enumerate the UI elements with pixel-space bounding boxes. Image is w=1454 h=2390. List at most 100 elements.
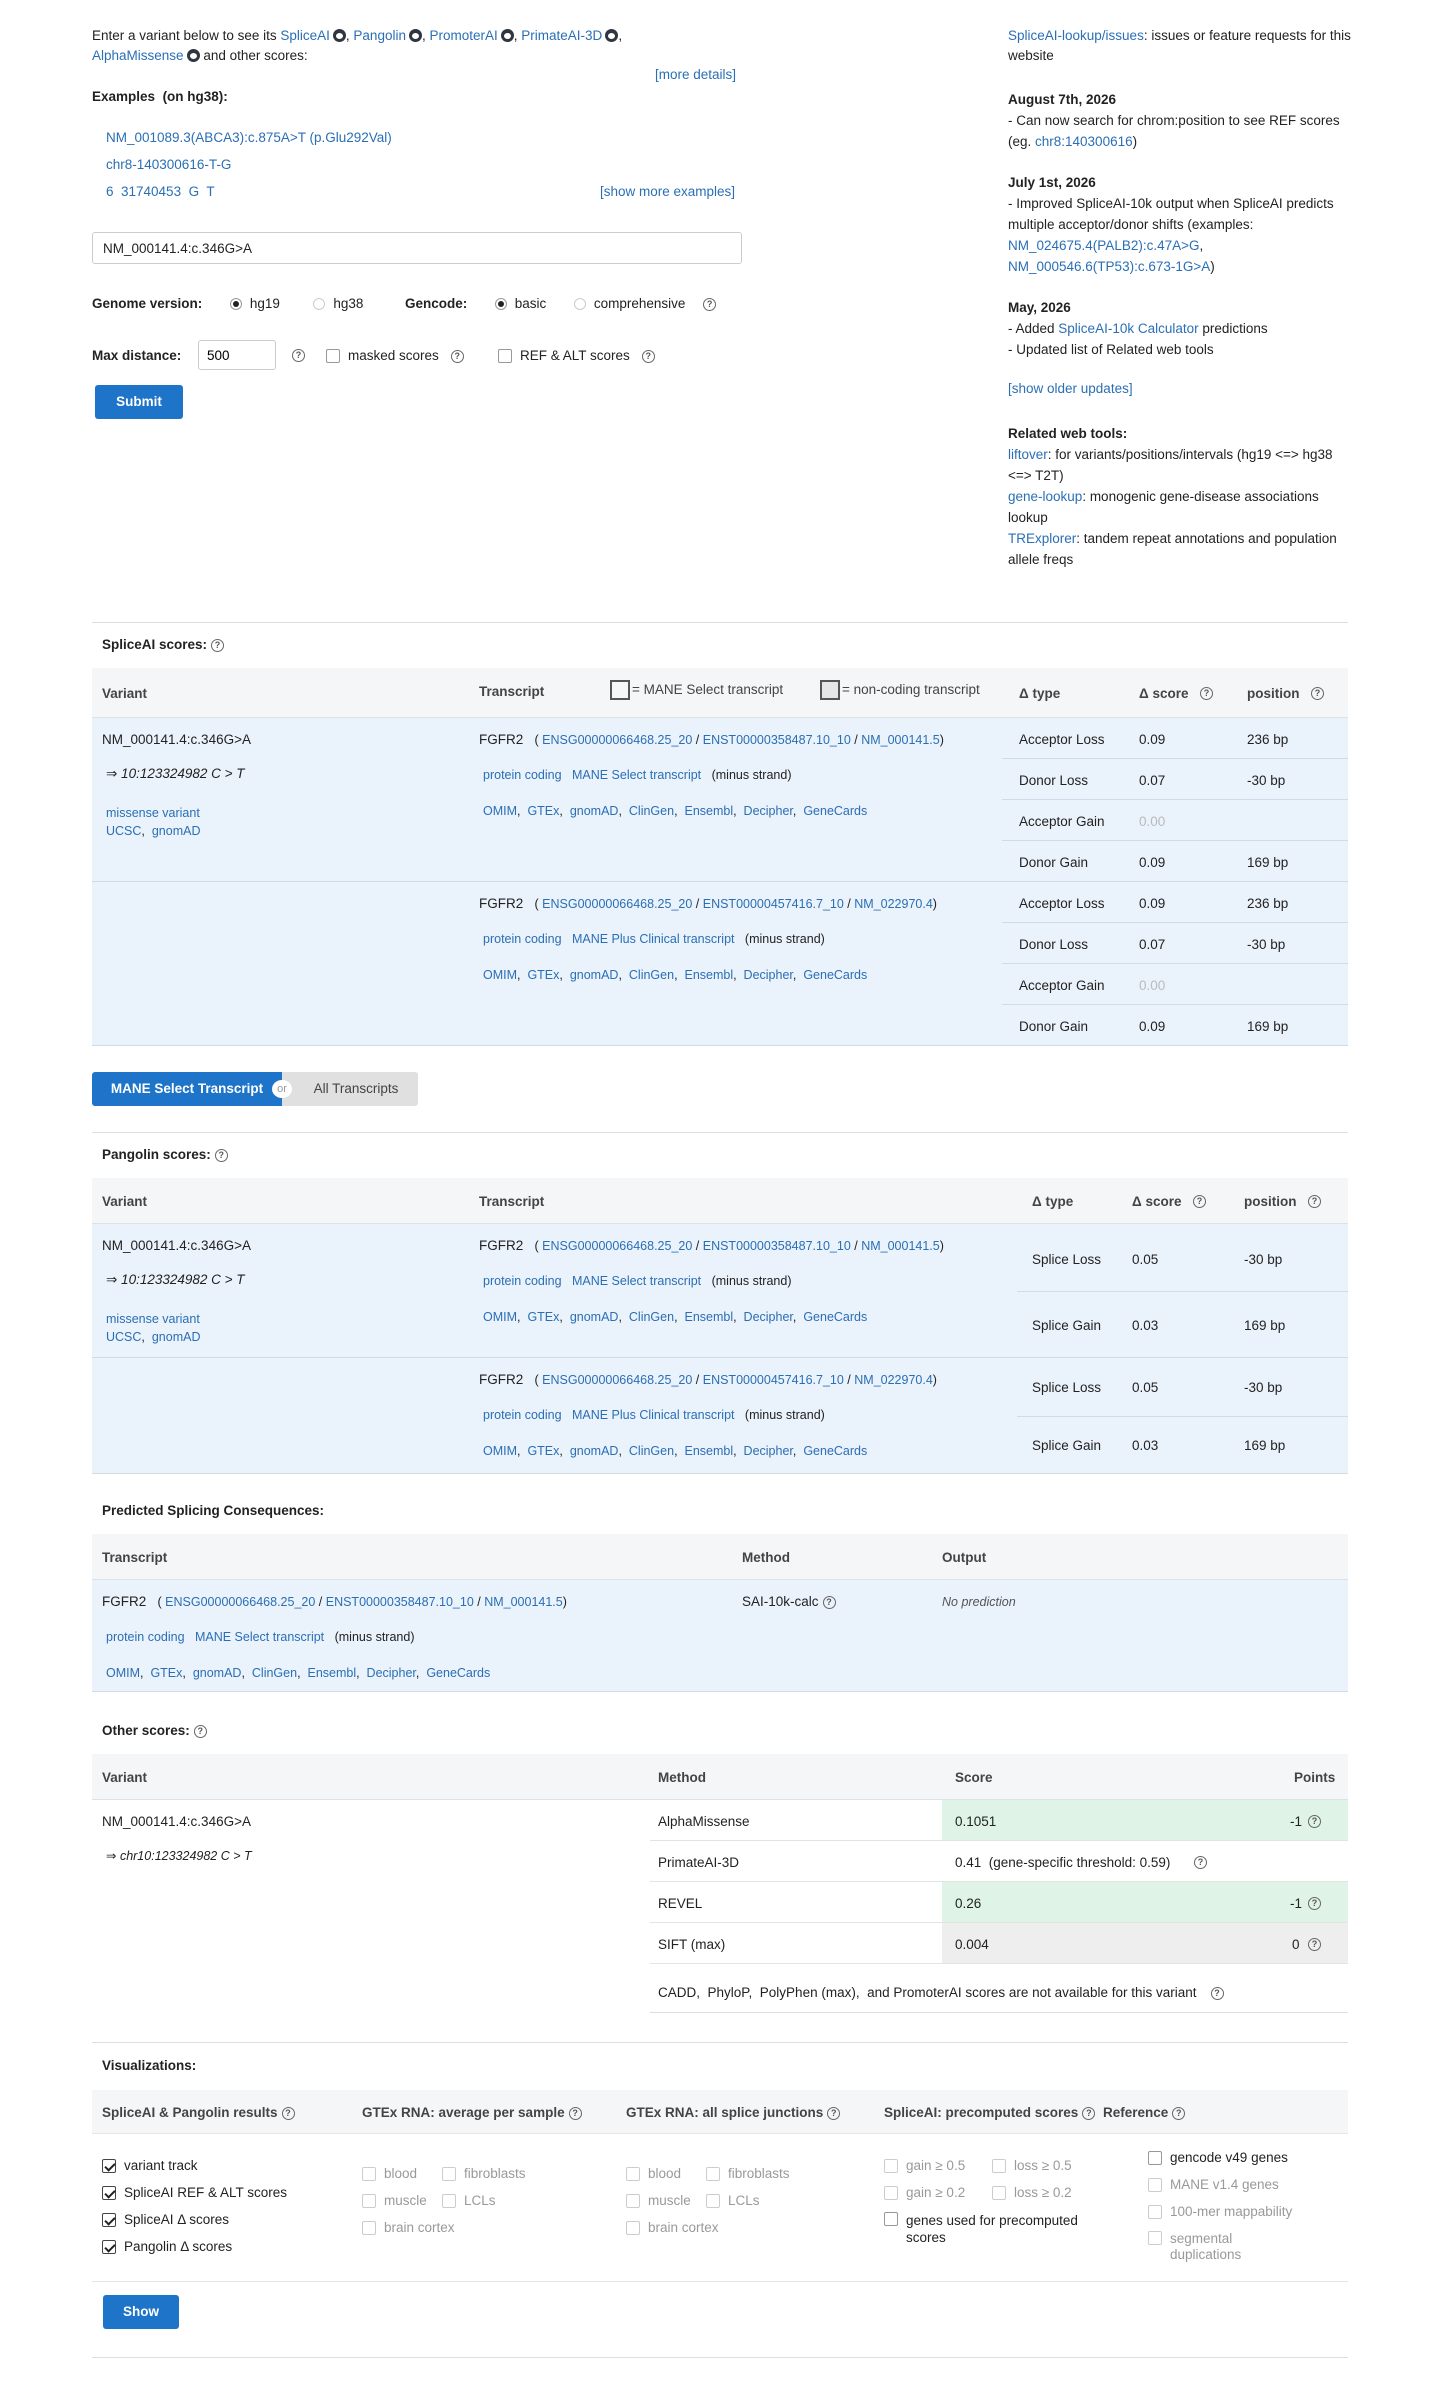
gtex-link[interactable]: GTEx <box>150 1666 182 1680</box>
decipher-link[interactable]: Decipher <box>744 968 793 982</box>
enst-link[interactable]: ENST00000457416.7_10 <box>703 897 844 911</box>
issues-link[interactable]: SpliceAI-lookup/issues <box>1008 28 1144 43</box>
show-more-examples-link[interactable]: [show more examples] <box>600 184 735 199</box>
enst-link[interactable]: ENST00000358487.10_10 <box>326 1595 474 1609</box>
biotype-link[interactable]: protein coding <box>483 768 562 782</box>
help-icon[interactable]: ? <box>703 298 717 311</box>
all-transcripts-toggle-button[interactable]: All Transcripts <box>282 1072 418 1106</box>
help-icon[interactable]: ? <box>1210 1987 1224 2000</box>
update-link[interactable]: NM_024675.4(PALB2):c.47A>G <box>1008 238 1200 253</box>
gnomad-link[interactable]: gnomAD <box>570 968 619 982</box>
omim-link[interactable]: OMIM <box>483 804 517 818</box>
gtex-link[interactable]: GTEx <box>527 1310 559 1324</box>
decipher-link[interactable]: Decipher <box>744 804 793 818</box>
variant-track-checkbox[interactable] <box>102 2159 116 2173</box>
precomputed-genes-checkbox[interactable] <box>884 2212 898 2226</box>
muscle-checkbox[interactable] <box>626 2194 640 2208</box>
clingen-link[interactable]: ClinGen <box>629 804 674 818</box>
github-icon[interactable] <box>332 29 346 42</box>
biotype-link[interactable]: protein coding <box>483 932 562 946</box>
lcls-checkbox[interactable] <box>706 2194 720 2208</box>
genecards-link[interactable]: GeneCards <box>803 968 867 982</box>
help-icon[interactable]: ? <box>1311 687 1324 700</box>
help-icon[interactable]: ? <box>211 639 225 652</box>
variant-search-input[interactable] <box>92 232 742 264</box>
max-distance-input[interactable] <box>198 340 276 370</box>
ensembl-link[interactable]: Ensembl <box>684 804 733 818</box>
example-3[interactable]: 6 31740453 G T <box>106 184 215 199</box>
fibroblasts-checkbox[interactable] <box>706 2167 720 2181</box>
enst-link[interactable]: ENST00000358487.10_10 <box>703 733 851 747</box>
loss-02-checkbox[interactable] <box>992 2186 1006 2200</box>
help-icon[interactable]: ? <box>641 350 655 363</box>
ensg-link[interactable]: ENSG00000066468.25_20 <box>542 1239 692 1253</box>
gain-02-checkbox[interactable] <box>884 2186 898 2200</box>
mane-tag-link[interactable]: MANE Plus Clinical transcript <box>572 1408 735 1422</box>
masked-scores-checkbox[interactable] <box>326 349 340 363</box>
segdup-checkbox[interactable] <box>1148 2231 1162 2245</box>
github-icon[interactable] <box>408 29 422 42</box>
promoterai-link[interactable]: PromoterAI <box>429 28 497 43</box>
mappability-checkbox[interactable] <box>1148 2205 1162 2219</box>
enst-link[interactable]: ENST00000358487.10_10 <box>703 1239 851 1253</box>
brain-cortex-checkbox[interactable] <box>626 2221 640 2235</box>
blood-checkbox[interactable] <box>362 2167 376 2181</box>
alphamissense-link[interactable]: AlphaMissense <box>92 48 184 63</box>
fibroblasts-checkbox[interactable] <box>442 2167 456 2181</box>
decipher-link[interactable]: Decipher <box>367 1666 416 1680</box>
refseq-link[interactable]: NM_000141.5 <box>861 733 940 747</box>
comprehensive-radio[interactable] <box>573 298 586 310</box>
more-details-link[interactable]: [more details] <box>655 67 736 82</box>
ensembl-link[interactable]: Ensembl <box>684 1310 733 1324</box>
consequence-link[interactable]: missense variant <box>106 1312 200 1326</box>
github-icon[interactable] <box>186 49 200 62</box>
refseq-link[interactable]: NM_000141.5 <box>861 1239 940 1253</box>
mane-tag-link[interactable]: MANE Select transcript <box>572 1274 701 1288</box>
help-icon[interactable]: ? <box>1194 1856 1207 1869</box>
hg19-radio[interactable] <box>229 298 242 310</box>
ref-alt-checkbox[interactable] <box>498 349 512 363</box>
biotype-link[interactable]: protein coding <box>106 1630 185 1644</box>
lcls-checkbox[interactable] <box>442 2194 456 2208</box>
mane-select-toggle-button[interactable]: MANE Select Transcript <box>92 1072 282 1106</box>
help-icon[interactable]: ? <box>193 1725 207 1738</box>
consequence-link[interactable]: missense variant <box>106 806 200 820</box>
help-icon[interactable]: ? <box>568 2107 582 2120</box>
gencode-genes-checkbox[interactable] <box>1148 2151 1162 2165</box>
help-icon[interactable]: ? <box>1308 1938 1321 1951</box>
gtex-link[interactable]: GTEx <box>527 1444 559 1458</box>
basic-radio[interactable] <box>494 298 507 310</box>
gnomad-link[interactable]: gnomAD <box>570 1310 619 1324</box>
refseq-link[interactable]: NM_022970.4 <box>854 897 933 911</box>
refseq-link[interactable]: NM_022970.4 <box>854 1373 933 1387</box>
update-link[interactable]: NM_000546.6(TP53):c.673-1G>A <box>1008 259 1210 274</box>
ensg-link[interactable]: ENSG00000066468.25_20 <box>542 897 692 911</box>
spliceai-link[interactable]: SpliceAI <box>280 28 330 43</box>
omim-link[interactable]: OMIM <box>483 968 517 982</box>
omim-link[interactable]: OMIM <box>106 1666 140 1680</box>
help-icon[interactable]: ? <box>822 1596 836 1609</box>
pangolin-link[interactable]: Pangolin <box>353 28 406 43</box>
mane-tag-link[interactable]: MANE Select transcript <box>195 1630 324 1644</box>
omim-link[interactable]: OMIM <box>483 1310 517 1324</box>
help-icon[interactable]: ? <box>1308 1815 1321 1828</box>
show-button[interactable]: Show <box>103 2295 179 2329</box>
loss-05-checkbox[interactable] <box>992 2159 1006 2173</box>
help-icon[interactable]: ? <box>1308 1897 1321 1910</box>
ucsc-link[interactable]: UCSC <box>106 1330 141 1344</box>
help-icon[interactable]: ? <box>292 349 305 362</box>
help-icon[interactable]: ? <box>450 350 464 363</box>
help-icon[interactable]: ? <box>281 2107 295 2120</box>
clingen-link[interactable]: ClinGen <box>252 1666 297 1680</box>
clingen-link[interactable]: ClinGen <box>629 1310 674 1324</box>
clingen-link[interactable]: ClinGen <box>629 968 674 982</box>
mane-tag-link[interactable]: MANE Select transcript <box>572 768 701 782</box>
gnomad-link[interactable]: gnomAD <box>152 1330 201 1344</box>
help-icon[interactable]: ? <box>1193 1195 1206 1208</box>
gnomad-link[interactable]: gnomAD <box>570 1444 619 1458</box>
example-1[interactable]: NM_001089.3(ABCA3):c.875A>T (p.Glu292Val… <box>106 130 392 145</box>
genecards-link[interactable]: GeneCards <box>803 1310 867 1324</box>
gnomad-link[interactable]: gnomAD <box>152 824 201 838</box>
ref-alt-track-checkbox[interactable] <box>102 2186 116 2200</box>
ensg-link[interactable]: ENSG00000066468.25_20 <box>542 733 692 747</box>
